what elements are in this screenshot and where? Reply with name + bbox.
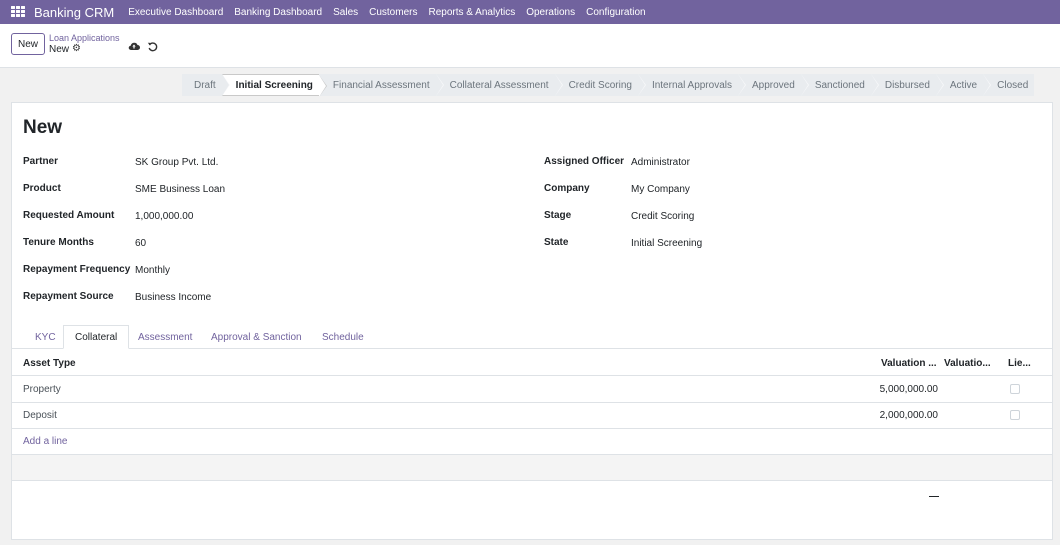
menu-operations[interactable]: Operations xyxy=(526,7,575,18)
cloud-upload-icon[interactable] xyxy=(128,41,140,51)
tenure-months-label: Tenure Months xyxy=(23,237,94,248)
menu-customers[interactable]: Customers xyxy=(369,7,417,18)
stage-disbursed[interactable]: Disbursed xyxy=(870,74,944,96)
undo-icon[interactable] xyxy=(147,41,158,52)
menu-banking-dashboard[interactable]: Banking Dashboard xyxy=(234,7,322,18)
form-sheet: New Partner SK Group Pvt. Ltd. Product S… xyxy=(11,102,1053,540)
new-button[interactable]: New xyxy=(11,33,45,55)
notebook-tabs: KYC Collateral Assessment Approval & San… xyxy=(12,325,1052,349)
apps-grid-icon[interactable] xyxy=(11,6,25,18)
collateral-table-header: Asset Type Valuation ... Valuatio... Lie… xyxy=(12,350,1052,376)
requested-amount-field[interactable]: 1,000,000.00 xyxy=(135,211,193,222)
row-valuation[interactable]: 2,000,000.00 xyxy=(880,410,938,421)
partner-label: Partner xyxy=(23,156,59,167)
stage-sanctioned[interactable]: Sanctioned xyxy=(800,74,879,96)
repayment-frequency-field[interactable]: Monthly xyxy=(135,265,170,276)
tab-schedule[interactable]: Schedule xyxy=(322,325,364,349)
stage-draft[interactable]: Draft xyxy=(182,74,230,96)
breadcrumb[interactable]: Loan Applications xyxy=(49,33,120,43)
tab-assessment[interactable]: Assessment xyxy=(138,325,192,349)
top-navbar: Banking CRM Executive Dashboard Banking … xyxy=(0,0,1060,24)
stage-collateral-assessment[interactable]: Collateral Assessment xyxy=(435,74,563,96)
stage-label: Stage xyxy=(544,210,572,221)
company-field[interactable]: My Company xyxy=(631,184,690,195)
state-label: State xyxy=(544,237,569,248)
repayment-source-label: Repayment Source xyxy=(23,291,114,302)
stage-approved[interactable]: Approved xyxy=(738,74,809,96)
row-lien-checkbox[interactable] xyxy=(1010,410,1020,420)
menu-configuration[interactable]: Configuration xyxy=(586,7,645,18)
column-lien[interactable]: Lie... xyxy=(1008,358,1031,369)
stage-financial-assessment[interactable]: Financial Assessment xyxy=(318,74,444,96)
tab-collateral[interactable]: Collateral xyxy=(63,325,130,349)
add-line-row: Add a line xyxy=(12,428,1052,455)
company-label: Company xyxy=(544,183,590,194)
row-lien-checkbox[interactable] xyxy=(1010,384,1020,394)
record-title[interactable]: New xyxy=(23,117,62,139)
repayment-frequency-label: Repayment Frequency xyxy=(23,264,131,275)
control-panel: New Loan Applications New ⚙ xyxy=(0,24,1060,68)
table-footer-row xyxy=(12,455,1052,481)
column-valuation-amount[interactable]: Valuation ... xyxy=(881,358,937,369)
stage-initial-screening[interactable]: Initial Screening xyxy=(221,74,328,97)
tab-approval-sanction[interactable]: Approval & Sanction xyxy=(211,325,302,349)
requested-amount-label: Requested Amount xyxy=(23,210,115,221)
menu-sales[interactable]: Sales xyxy=(333,7,358,18)
stage-internal-approvals[interactable]: Internal Approvals xyxy=(637,74,747,96)
product-field[interactable]: SME Business Loan xyxy=(135,184,225,195)
gear-icon[interactable]: ⚙ xyxy=(72,43,81,54)
table-row[interactable]: Property 5,000,000.00 xyxy=(12,376,1052,403)
total-placeholder xyxy=(929,496,939,497)
row-asset-type[interactable]: Deposit xyxy=(23,410,57,421)
stage-credit-scoring[interactable]: Credit Scoring xyxy=(554,74,647,96)
state-field[interactable]: Initial Screening xyxy=(631,238,702,249)
row-asset-type[interactable]: Property xyxy=(23,384,61,395)
column-asset-type[interactable]: Asset Type xyxy=(23,358,76,369)
stage-field[interactable]: Credit Scoring xyxy=(631,211,694,222)
assigned-officer-label: Assigned Officer xyxy=(544,156,625,167)
assigned-officer-field[interactable]: Administrator xyxy=(631,157,690,168)
record-name: New xyxy=(49,44,70,55)
tenure-months-field[interactable]: 60 xyxy=(135,238,146,249)
status-bar: Draft Initial Screening Financial Assess… xyxy=(182,74,1035,97)
menu-reports-analytics[interactable]: Reports & Analytics xyxy=(428,7,515,18)
row-valuation[interactable]: 5,000,000.00 xyxy=(880,384,938,395)
menu-executive-dashboard[interactable]: Executive Dashboard xyxy=(128,7,223,18)
brand-name[interactable]: Banking CRM xyxy=(34,5,114,20)
partner-field[interactable]: SK Group Pvt. Ltd. xyxy=(135,157,218,168)
add-line-link[interactable]: Add a line xyxy=(23,436,67,447)
product-label: Product xyxy=(23,183,61,194)
repayment-source-field[interactable]: Business Income xyxy=(135,292,211,303)
table-row[interactable]: Deposit 2,000,000.00 xyxy=(12,402,1052,429)
tab-kyc[interactable]: KYC xyxy=(35,325,56,349)
column-valuation-other[interactable]: Valuatio... xyxy=(944,358,991,369)
